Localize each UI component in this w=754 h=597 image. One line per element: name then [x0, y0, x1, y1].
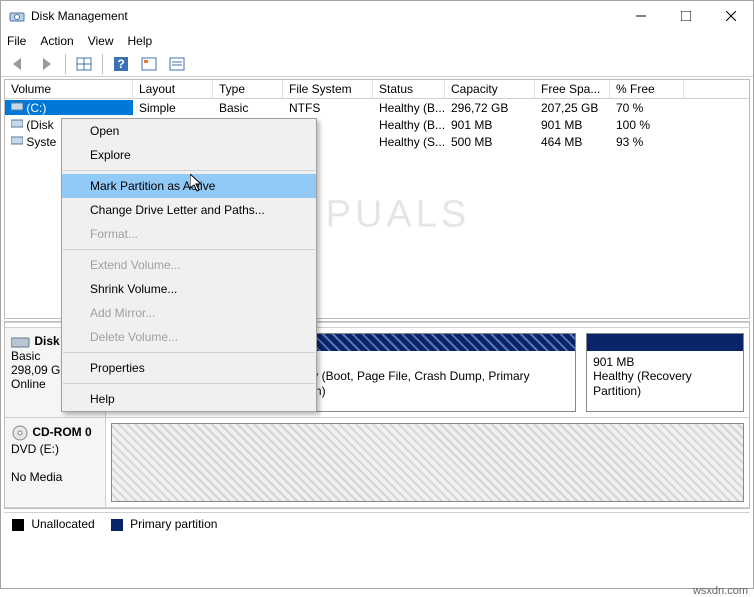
ctx-mirror: Add Mirror...	[62, 301, 316, 325]
legend-primary: Primary partition	[111, 517, 218, 531]
volume-icon	[11, 100, 23, 112]
volume-cell: 70 %	[610, 101, 684, 115]
cdrom-label: CD-ROM 0	[32, 425, 91, 439]
attribution: wsxdn.com	[693, 585, 748, 597]
ctx-format: Format...	[62, 222, 316, 246]
partition-block[interactable]: 901 MB Healthy (Recovery Partition)	[586, 333, 744, 412]
minimize-button[interactable]	[618, 1, 663, 31]
legend-unallocated: Unallocated	[12, 517, 95, 531]
disk-mgmt-icon	[9, 8, 25, 24]
col-type[interactable]: Type	[213, 80, 283, 98]
col-layout[interactable]: Layout	[133, 80, 213, 98]
legend: Unallocated Primary partition	[4, 512, 750, 535]
volume-name: Syste	[26, 135, 56, 149]
menu-action[interactable]: Action	[40, 34, 73, 48]
volume-cell: Simple	[133, 101, 213, 115]
disk-header[interactable]: CD-ROM 0 DVD (E:) No Media	[5, 418, 106, 507]
toolbar-settings-icon[interactable]	[137, 53, 161, 75]
forward-button[interactable]	[35, 53, 59, 75]
window-title: Disk Management	[31, 9, 618, 23]
volume-name: (Disk	[26, 118, 53, 132]
volume-cell: 901 MB	[445, 118, 535, 132]
volume-icon	[11, 117, 23, 129]
legend-swatch-black	[12, 519, 24, 531]
disk-label: Disk	[34, 334, 59, 348]
volume-list-header: Volume Layout Type File System Status Ca…	[5, 80, 749, 99]
volume-cell: 901 MB	[535, 118, 610, 132]
volume-cell: Healthy (B...	[373, 118, 445, 132]
disk-icon	[11, 335, 31, 349]
titlebar: Disk Management	[1, 1, 753, 31]
ctx-properties[interactable]: Properties	[62, 356, 316, 380]
help-icon[interactable]: ?	[109, 53, 133, 75]
ctx-mark-active[interactable]: Mark Partition as Active	[62, 174, 316, 198]
menubar: File Action View Help	[1, 31, 753, 51]
ctx-extend: Extend Volume...	[62, 253, 316, 277]
partition-info: NTFS	[278, 355, 570, 369]
menu-view[interactable]: View	[88, 34, 114, 48]
disk-status: Online	[11, 377, 46, 391]
partition-stripe	[272, 334, 576, 351]
toolbar-view-icon[interactable]	[72, 53, 96, 75]
col-pctfree[interactable]: % Free	[610, 80, 684, 98]
toolbar-list-icon[interactable]	[165, 53, 189, 75]
cdrom-type: DVD (E:)	[11, 442, 59, 456]
col-free[interactable]: Free Spa...	[535, 80, 610, 98]
disk-type: Basic	[11, 349, 40, 363]
volume-icon	[11, 134, 23, 146]
svg-text:?: ?	[117, 57, 124, 71]
ctx-change-letter[interactable]: Change Drive Letter and Paths...	[62, 198, 316, 222]
volume-cell: 207,25 GB	[535, 101, 610, 115]
close-button[interactable]	[708, 1, 753, 31]
partition-info: Healthy (Recovery Partition)	[593, 369, 737, 398]
menu-file[interactable]: File	[7, 34, 26, 48]
volume-cell: Healthy (B...	[373, 101, 445, 115]
volume-cell: 464 MB	[535, 135, 610, 149]
context-menu: Open Explore Mark Partition as Active Ch…	[61, 118, 317, 412]
ctx-delete: Delete Volume...	[62, 325, 316, 349]
volume-cell: 296,72 GB	[445, 101, 535, 115]
col-status[interactable]: Status	[373, 80, 445, 98]
back-button[interactable]	[7, 53, 31, 75]
maximize-button[interactable]	[663, 1, 708, 31]
volume-cell: Basic	[213, 101, 283, 115]
toolbar: ?	[1, 51, 753, 77]
col-capacity[interactable]: Capacity	[445, 80, 535, 98]
partition-info: 901 MB	[593, 355, 737, 369]
volume-name: (C:)	[26, 101, 46, 115]
ctx-shrink[interactable]: Shrink Volume...	[62, 277, 316, 301]
volume-cell: 500 MB	[445, 135, 535, 149]
partition-info: Healthy (Boot, Page File, Crash Dump, Pr…	[278, 369, 570, 398]
volume-cell: Healthy (S...	[373, 135, 445, 149]
partition-stripe	[587, 334, 743, 351]
volume-cell: NTFS	[283, 101, 373, 115]
ctx-explore[interactable]: Explore	[62, 143, 316, 167]
volume-row[interactable]: (C:) Simple Basic NTFS Healthy (B... 296…	[5, 99, 749, 116]
ctx-open[interactable]: Open	[62, 119, 316, 143]
ctx-help[interactable]: Help	[62, 387, 316, 411]
legend-swatch-blue	[111, 519, 123, 531]
volume-cell: 93 %	[610, 135, 684, 149]
disk-size: 298,09 G	[11, 363, 60, 377]
col-volume[interactable]: Volume	[5, 80, 133, 98]
col-fs[interactable]: File System	[283, 80, 373, 98]
empty-partition	[111, 423, 744, 502]
cd-icon	[11, 424, 29, 442]
volume-cell: 100 %	[610, 118, 684, 132]
cdrom-status: No Media	[11, 470, 62, 484]
menu-help[interactable]: Help	[128, 34, 153, 48]
disk-row: CD-ROM 0 DVD (E:) No Media	[5, 418, 749, 508]
